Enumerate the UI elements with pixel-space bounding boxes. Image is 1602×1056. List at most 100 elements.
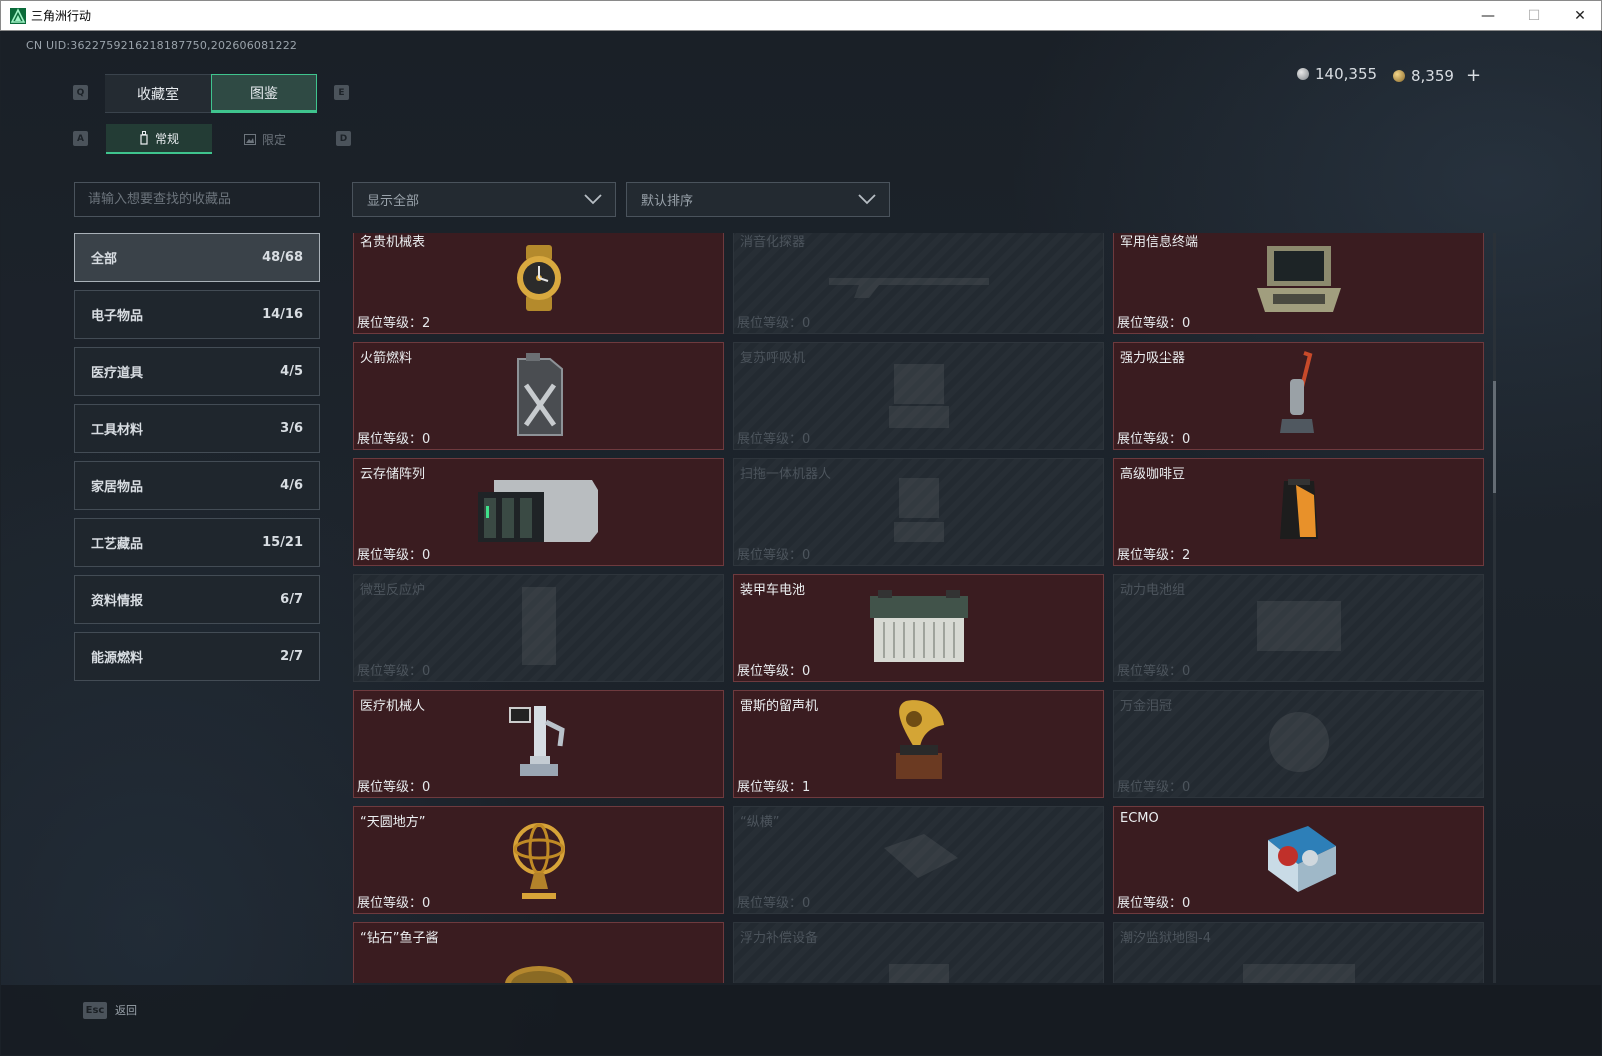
key-hint-esc[interactable]: Esc	[83, 1002, 107, 1019]
item-level: 展位等级：0	[357, 544, 430, 563]
level-value: 0	[802, 896, 811, 911]
category-count: 4/6	[280, 478, 303, 493]
tab-regular[interactable]: 常规	[106, 124, 212, 154]
minimize-button[interactable]: —	[1465, 1, 1511, 31]
close-button[interactable]: ✕	[1557, 1, 1602, 31]
tab-codex[interactable]: 图鉴	[211, 74, 317, 113]
level-value: 0	[802, 664, 811, 679]
collection-item-card[interactable]: 微型反应炉 展位等级：0	[353, 574, 724, 682]
collection-item-card[interactable]: 装甲车电池 展位等级：0	[733, 574, 1104, 682]
category-item[interactable]: 工具材料 3/6	[74, 404, 320, 453]
level-prefix: 展位等级：	[357, 432, 423, 447]
scrollbar-thumb[interactable]	[1493, 381, 1496, 493]
level-value: 0	[422, 664, 431, 679]
category-item[interactable]: 能源燃料 2/7	[74, 632, 320, 681]
category-item[interactable]: 全部 48/68	[74, 233, 320, 282]
collection-item-card[interactable]: 军用信息终端 展位等级：0	[1113, 233, 1484, 334]
item-level: 展位等级：0	[357, 776, 430, 795]
item-name: 浮力补偿设备	[740, 931, 819, 946]
add-currency-button[interactable]: +	[1466, 65, 1481, 86]
currency-silver: 140,355	[1297, 65, 1377, 83]
collection-item-card[interactable]: 火箭燃料展位等级：0	[353, 342, 724, 450]
collection-item-card[interactable]: 医疗机械人 展位等级：0	[353, 690, 724, 798]
collection-item-card[interactable]: 雷斯的留声机 展位等级：1	[733, 690, 1104, 798]
key-hint-d: D	[336, 131, 351, 146]
level-value: 0	[1182, 432, 1191, 447]
item-name: 复苏呼吸机	[740, 351, 806, 366]
item-level: 展位等级：0	[1117, 660, 1190, 679]
collection-item-card[interactable]: 浮力补偿设备	[733, 922, 1104, 983]
level-prefix: 展位等级：	[357, 664, 423, 679]
sort-dropdown[interactable]: 默认排序	[626, 182, 890, 217]
collection-item-card[interactable]: “天圆地方” 展位等级：0	[353, 806, 724, 914]
category-item[interactable]: 电子物品 14/16	[74, 290, 320, 339]
search-input[interactable]	[74, 182, 320, 217]
level-value: 0	[422, 432, 431, 447]
category-count: 14/16	[262, 307, 303, 322]
level-value: 0	[802, 432, 811, 447]
collection-item-card[interactable]: “钻石”鱼子酱	[353, 922, 724, 983]
category-count: 2/7	[280, 649, 303, 664]
collection-item-card[interactable]: 强力吸尘器 展位等级：0	[1113, 342, 1484, 450]
item-name: 扫拖一体机器人	[740, 467, 832, 482]
maximize-button[interactable]: ☐	[1511, 1, 1557, 31]
category-item[interactable]: 家居物品 4/6	[74, 461, 320, 510]
item-name: “钻石”鱼子酱	[360, 931, 439, 946]
category-label: 工具材料	[91, 423, 144, 438]
level-value: 2	[422, 316, 431, 331]
level-prefix: 展位等级：	[1117, 896, 1183, 911]
item-name: 装甲车电池	[740, 583, 806, 598]
chevron-down-icon	[858, 194, 876, 205]
category-item[interactable]: 医疗道具 4/5	[74, 347, 320, 396]
currency-gold: 8,359 +	[1393, 65, 1481, 86]
collection-item-card[interactable]: 潮汐监狱地图-4	[1113, 922, 1484, 983]
item-level: 展位等级：0	[1117, 892, 1190, 911]
silver-amount: 140,355	[1315, 65, 1378, 83]
collection-item-card[interactable]: 动力电池组 展位等级：0	[1113, 574, 1484, 682]
ventilator-icon	[879, 354, 959, 438]
item-level: 展位等级：0	[1117, 312, 1190, 331]
bottle-icon	[140, 131, 148, 145]
display-filter-dropdown[interactable]: 显示全部	[352, 182, 616, 217]
collection-item-card[interactable]: 万金泪冠 展位等级：0	[1113, 690, 1484, 798]
item-level: 展位等级：2	[1117, 544, 1190, 563]
item-level: 展位等级：1	[737, 776, 810, 795]
item-name: 火箭燃料	[360, 351, 413, 366]
collection-item-card[interactable]: 名贵机械表 展位等级：2	[353, 233, 724, 334]
item-grid: 名贵机械表 展位等级：2 消音化探器 展位等级：0 军用信息终端 展位等级：0 火箭燃料 展位…	[353, 233, 1493, 983]
ecmo-icon	[1254, 818, 1344, 902]
image-frame-icon	[243, 133, 256, 145]
item-level: 展位等级：0	[1117, 428, 1190, 447]
category-label: 电子物品	[91, 309, 144, 324]
collection-item-card[interactable]: 扫拖一体机器人 展位等级：0	[733, 458, 1104, 566]
item-name: “纵横”	[740, 815, 780, 830]
grid-scrollbar[interactable]	[1493, 233, 1496, 983]
collection-item-card[interactable]: 云存储阵列 展位等级：0	[353, 458, 724, 566]
category-count: 15/21	[262, 535, 303, 550]
item-level: 展位等级：2	[357, 312, 430, 331]
item-level: 展位等级：0	[357, 660, 430, 679]
level-value: 0	[802, 316, 811, 331]
item-level: 展位等级：0	[1117, 776, 1190, 795]
collection-item-card[interactable]: “纵横” 展位等级：0	[733, 806, 1104, 914]
fuel-can-icon	[504, 349, 574, 443]
tab-limited[interactable]: 限定	[212, 124, 318, 154]
category-item[interactable]: 工艺藏品 15/21	[74, 518, 320, 567]
level-prefix: 展位等级：	[737, 432, 803, 447]
collection-item-card[interactable]: ECMO 展位等级：0	[1113, 806, 1484, 914]
watch-icon	[504, 243, 574, 317]
tab-collection-room[interactable]: 收藏室	[105, 74, 211, 113]
item-level: 展位等级：0	[357, 428, 430, 447]
back-button[interactable]: 返回	[115, 1002, 137, 1019]
category-item[interactable]: 资料情报 6/7	[74, 575, 320, 624]
level-value: 0	[422, 896, 431, 911]
key-hint-q: Q	[73, 85, 88, 100]
collection-item-card[interactable]: 高级咖啡豆 展位等级：2	[1113, 458, 1484, 566]
level-prefix: 展位等级：	[1117, 316, 1183, 331]
display-filter-value: 显示全部	[367, 194, 420, 209]
collection-item-card[interactable]: 复苏呼吸机展位等级：0	[733, 342, 1104, 450]
category-count: 3/6	[280, 421, 303, 436]
collection-item-card[interactable]: 消音化探器 展位等级：0	[733, 233, 1104, 334]
item-level: 展位等级：0	[737, 892, 810, 911]
terminal-icon	[1249, 238, 1349, 322]
